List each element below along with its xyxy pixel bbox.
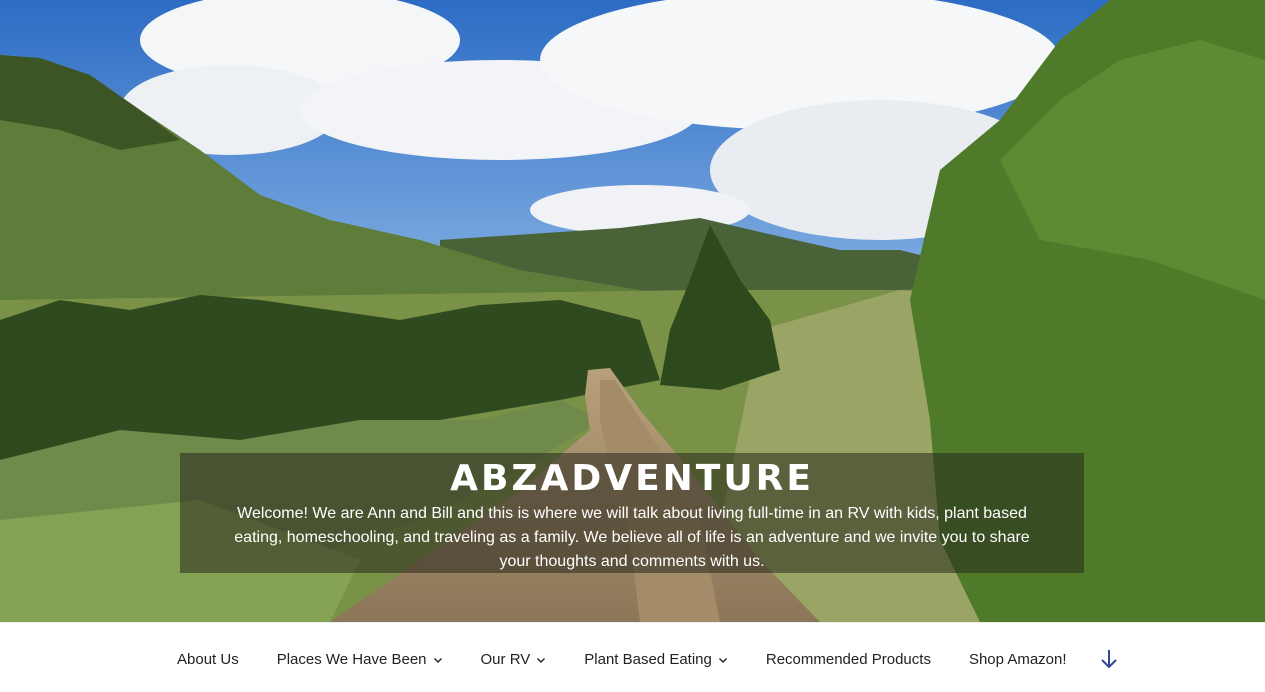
nav-item-plant-based-eating[interactable]: Plant Based Eating [584,651,728,668]
chevron-down-icon [718,657,727,663]
nav-item-places-we-have-been[interactable]: Places We Have Been [277,651,443,668]
nav-item-label: Recommended Products [765,651,931,668]
nav-item-label: Shop Amazon! [968,651,1067,668]
site-title[interactable]: ABZADVENTURE [180,457,1084,501]
site-description: Welcome! We are Ann and Bill and this is… [234,505,1030,570]
site-branding: ABZADVENTURE Welcome! We are Ann and Bil… [180,453,1084,573]
main-navigation: About Us Places We Have Been Our RV Plan… [0,622,1265,692]
nav-item-about-us[interactable]: About Us [177,651,239,668]
nav-item-shop-amazon[interactable]: Shop Amazon! [969,651,1067,668]
nav-item-label: Plant Based Eating [584,651,712,668]
nav-item-label: About Us [177,651,239,668]
nav-item-label: Places We Have Been [276,651,427,668]
header-image: ABZADVENTURE Welcome! We are Ann and Bil… [0,0,1265,622]
chevron-down-icon [537,657,546,663]
chevron-down-icon [433,657,442,663]
nav-item-our-rv[interactable]: Our RV [481,651,547,668]
nav-menu: About Us Places We Have Been Our RV Plan… [177,651,1105,668]
nav-item-recommended-products[interactable]: Recommended Products [766,651,931,668]
arrow-down-icon[interactable] [1098,647,1120,671]
nav-item-label: Our RV [480,651,531,668]
